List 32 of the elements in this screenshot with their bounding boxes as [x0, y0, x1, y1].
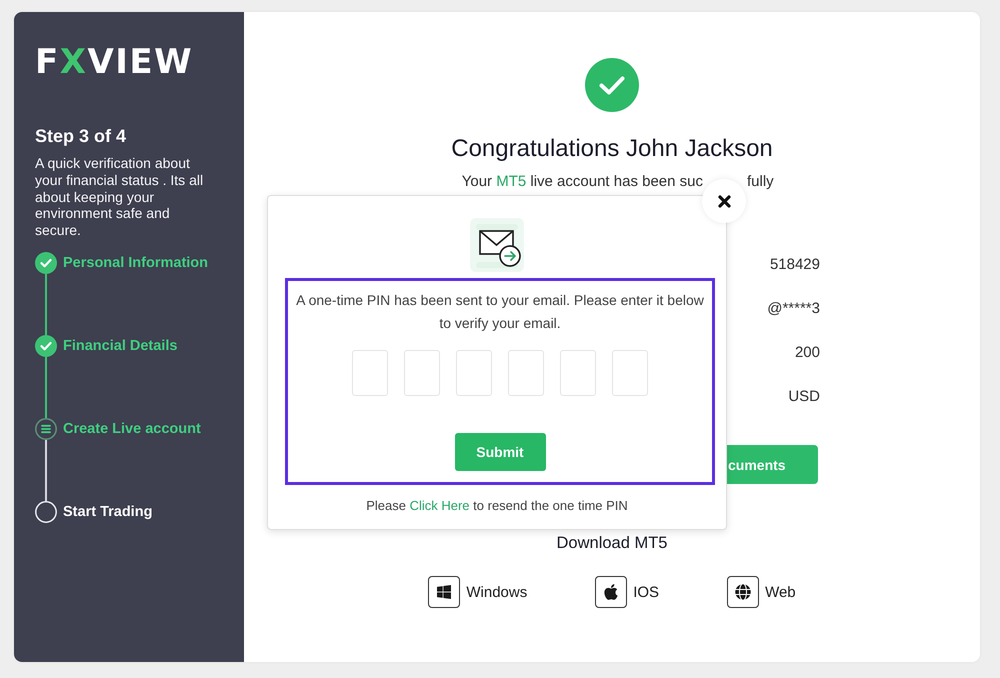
close-icon [718, 194, 730, 208]
pin-input[interactable] [560, 350, 596, 396]
step-description: A quick verification about your financial status . Its all about keeping your environment safe and secure. [35, 155, 204, 239]
pin-input[interactable] [456, 350, 492, 396]
close-button[interactable] [702, 179, 746, 223]
apple-icon [595, 576, 628, 608]
step-title: Step 3 of 4 [35, 125, 126, 147]
window-panes-icon [428, 576, 460, 608]
congratulations-title: Congratulations John Jackson [451, 134, 773, 164]
step-label: Personal Information [63, 254, 208, 271]
step-label: Financial Details [63, 338, 178, 354]
subtitle-text: fully [747, 172, 774, 192]
pin-message: A one-time PIN has been sent to your email. Please enter it below to verify your email. [295, 291, 705, 333]
step-label: Create Live account [63, 420, 201, 437]
step-label: Start Trading [63, 504, 152, 520]
pin-input[interactable] [508, 350, 544, 396]
brand-logo: FXVIEW [35, 48, 194, 76]
pin-input[interactable] [352, 350, 388, 396]
globe-icon [727, 576, 760, 608]
platform-link[interactable]: Windows [428, 576, 528, 608]
detail-value: 518429 [770, 256, 820, 272]
download-title: Download MT5 [556, 533, 668, 554]
subtitle-text: Your MT5 live account has been suc [462, 172, 703, 192]
check-circle-icon [585, 58, 639, 112]
pin-input[interactable] [404, 350, 440, 396]
platform-link[interactable]: Web [727, 576, 796, 608]
pin-input[interactable] [612, 350, 648, 396]
resend-text: Please Click Here to resend the one time PIN [365, 497, 629, 515]
platform-link[interactable]: IOS [595, 576, 660, 608]
detail-value: 200 [794, 344, 820, 360]
detail-value: @*****3 [767, 300, 820, 316]
detail-value: USD [788, 388, 820, 404]
